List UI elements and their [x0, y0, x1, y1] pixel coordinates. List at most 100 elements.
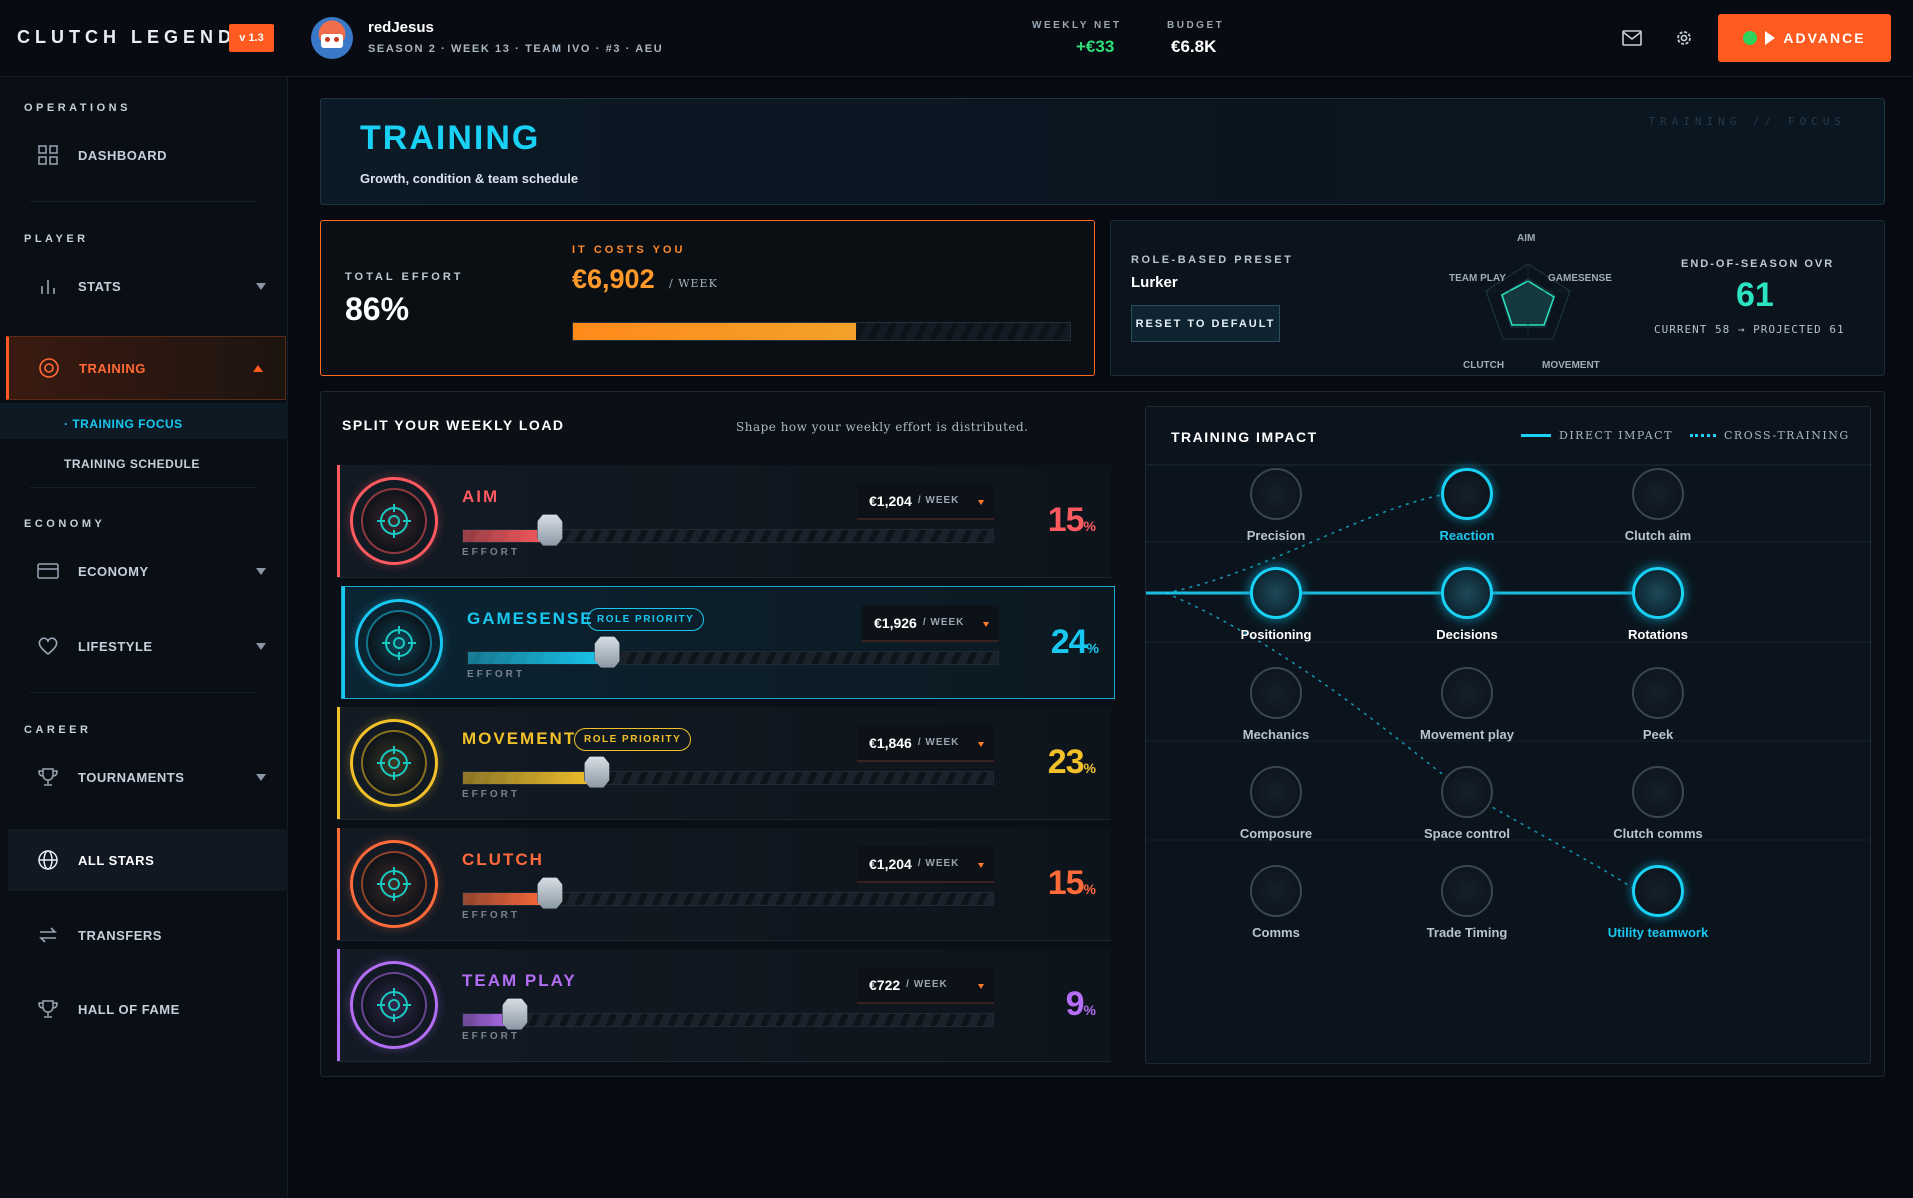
percent-value: 15 — [1047, 501, 1085, 539]
impact-node-label: Utility teamwork — [1607, 925, 1709, 940]
skill-name: MOVEMENT — [462, 729, 577, 748]
weekly-cost-amount: €1,204 — [869, 492, 912, 509]
sidebar-item-label: DASHBOARD — [78, 147, 167, 163]
effort-slider-thumb[interactable] — [501, 998, 528, 1030]
weekly-cost-amount: €1,846 — [869, 734, 912, 751]
percent-value: 15 — [1047, 864, 1085, 902]
weekly-cost-select[interactable]: €722 / WEEK — [857, 967, 994, 1004]
sidebar-item-label: TRAINING — [79, 360, 146, 376]
impact-node-peek[interactable] — [1632, 667, 1684, 719]
percent-value: 24 — [1050, 623, 1088, 661]
impact-node-composure[interactable] — [1250, 766, 1302, 818]
impact-node-space-control[interactable] — [1441, 766, 1493, 818]
effort-slider-thumb[interactable] — [536, 514, 563, 546]
skill-row-gamesense: GAMESENSE ROLE PRIORITY €1,926 / WEEK EF… — [341, 586, 1115, 699]
effort-slider-track[interactable] — [462, 771, 994, 785]
skill-icon — [350, 477, 438, 565]
impact-node-label: Precision — [1246, 528, 1306, 543]
sidebar-item-economy[interactable]: ECONOMY — [8, 540, 288, 602]
chevron-down-icon — [256, 642, 266, 650]
effort-slider-track[interactable] — [467, 651, 999, 665]
weekly-cost-unit: / WEEK — [922, 617, 965, 628]
page-title: TRAINING — [360, 119, 541, 157]
impact-node-clutch-aim[interactable] — [1632, 468, 1684, 520]
trophy-icon — [36, 997, 60, 1021]
movement-icon — [361, 730, 427, 796]
chevron-up-icon — [253, 364, 263, 372]
weekly-cost-unit: / WEEK — [917, 737, 960, 748]
preset-label: ROLE-BASED PRESET — [1131, 254, 1294, 266]
effort-slider-thumb[interactable] — [594, 636, 621, 668]
effort-percent: 15% — [1047, 864, 1096, 903]
impact-node-label: Rotations — [1628, 627, 1688, 642]
sidebar-item-all-stars[interactable]: ALL STARS — [8, 829, 288, 891]
section-career: CAREER — [24, 724, 92, 736]
weekly-cost-select[interactable]: €1,204 / WEEK — [857, 846, 994, 883]
chevron-down-icon — [978, 863, 984, 868]
gear-icon[interactable] — [1672, 26, 1696, 50]
weekly-cost-amount: €1,926 — [874, 614, 917, 631]
effort-slider-thumb[interactable] — [583, 756, 610, 788]
skill-icon — [350, 840, 438, 928]
reset-default-button[interactable]: RESET TO DEFAULT — [1131, 305, 1280, 342]
sidebar-item-transfers[interactable]: TRANSFERS — [8, 904, 288, 966]
avatar[interactable] — [311, 17, 353, 59]
sidebar-item-tournaments[interactable]: TOURNAMENTS — [8, 746, 288, 808]
mail-icon[interactable] — [1620, 26, 1644, 50]
percent-sign: % — [1083, 760, 1096, 776]
impact-node-trade-timing[interactable] — [1441, 865, 1493, 917]
effort-tag: EFFORT — [467, 669, 525, 680]
target-icon — [37, 356, 61, 380]
impact-node-label: Positioning — [1240, 627, 1312, 642]
ovr-label: END-OF-SEASON OVR — [1681, 258, 1835, 270]
impact-node-positioning[interactable] — [1250, 567, 1302, 619]
effort-tag: EFFORT — [462, 1031, 520, 1042]
section-player: PLAYER — [24, 233, 89, 245]
percent-value: 9 — [1065, 985, 1085, 1023]
cost-label: IT COSTS YOU — [572, 244, 686, 256]
weekly-cost-unit: / WEEK — [917, 858, 960, 869]
sidebar-item-dashboard[interactable]: DASHBOARD — [8, 124, 288, 186]
sidebar-item-training[interactable]: TRAINING — [6, 336, 286, 400]
weekly-cost-select[interactable]: €1,926 / WEEK — [862, 605, 999, 642]
gamesense-icon — [366, 610, 432, 676]
impact-node-decisions[interactable] — [1441, 567, 1493, 619]
swap-icon — [36, 923, 60, 947]
bar-chart-icon — [36, 274, 60, 298]
weekly-net-label: WEEKLY NET — [1032, 20, 1122, 31]
sidebar-item-lifestyle[interactable]: LIFESTYLE — [8, 615, 288, 677]
skill-row-aim: AIM €1,204 / WEEK EFFORT 15% — [337, 465, 1111, 578]
skill-accent-stripe — [337, 707, 340, 819]
sidebar-item-hall-of-fame[interactable]: HALL OF FAME — [8, 978, 288, 1040]
sidebar-item-stats[interactable]: STATS — [8, 255, 288, 317]
preset-value: Lurker — [1131, 274, 1178, 291]
advance-button[interactable]: ADVANCE — [1718, 14, 1891, 62]
impact-node-label: Clutch aim — [1624, 528, 1692, 543]
radar-label-teamplay: TEAM PLAY — [1449, 273, 1506, 284]
weekly-cost-unit: / WEEK — [917, 495, 960, 506]
impact-node-clutch-comms[interactable] — [1632, 766, 1684, 818]
impact-node-precision[interactable] — [1250, 468, 1302, 520]
impact-node-utility-teamwork[interactable] — [1632, 865, 1684, 917]
play-icon — [1765, 31, 1776, 45]
chevron-down-icon — [978, 500, 984, 505]
effort-slider-thumb[interactable] — [536, 877, 563, 909]
globe-icon — [36, 848, 60, 872]
sidebar-subitem-training-focus[interactable]: · TRAINING FOCUS — [64, 417, 183, 431]
impact-node-movement-play[interactable] — [1441, 667, 1493, 719]
impact-node-rotations[interactable] — [1632, 567, 1684, 619]
impact-node-label: Reaction — [1439, 528, 1495, 543]
weekly-cost-select[interactable]: €1,846 / WEEK — [857, 725, 994, 762]
effort-slider-track[interactable] — [462, 1013, 994, 1027]
top-bar: CLUTCH LEGEND v 1.3 redJesus SEASON 2 · … — [0, 0, 1913, 77]
impact-node-mechanics[interactable] — [1250, 667, 1302, 719]
sidebar-subitem-training-schedule[interactable]: TRAINING SCHEDULE — [64, 457, 200, 471]
skill-accent-stripe — [342, 587, 345, 698]
skill-name: AIM — [462, 487, 500, 506]
split-title: SPLIT YOUR WEEKLY LOAD — [342, 417, 565, 433]
impact-node-reaction[interactable] — [1441, 468, 1493, 520]
weekly-cost-select[interactable]: €1,204 / WEEK — [857, 483, 994, 520]
radar-label-clutch: CLUTCH — [1463, 360, 1505, 371]
impact-node-comms[interactable] — [1250, 865, 1302, 917]
effort-progress-fill — [573, 323, 857, 340]
